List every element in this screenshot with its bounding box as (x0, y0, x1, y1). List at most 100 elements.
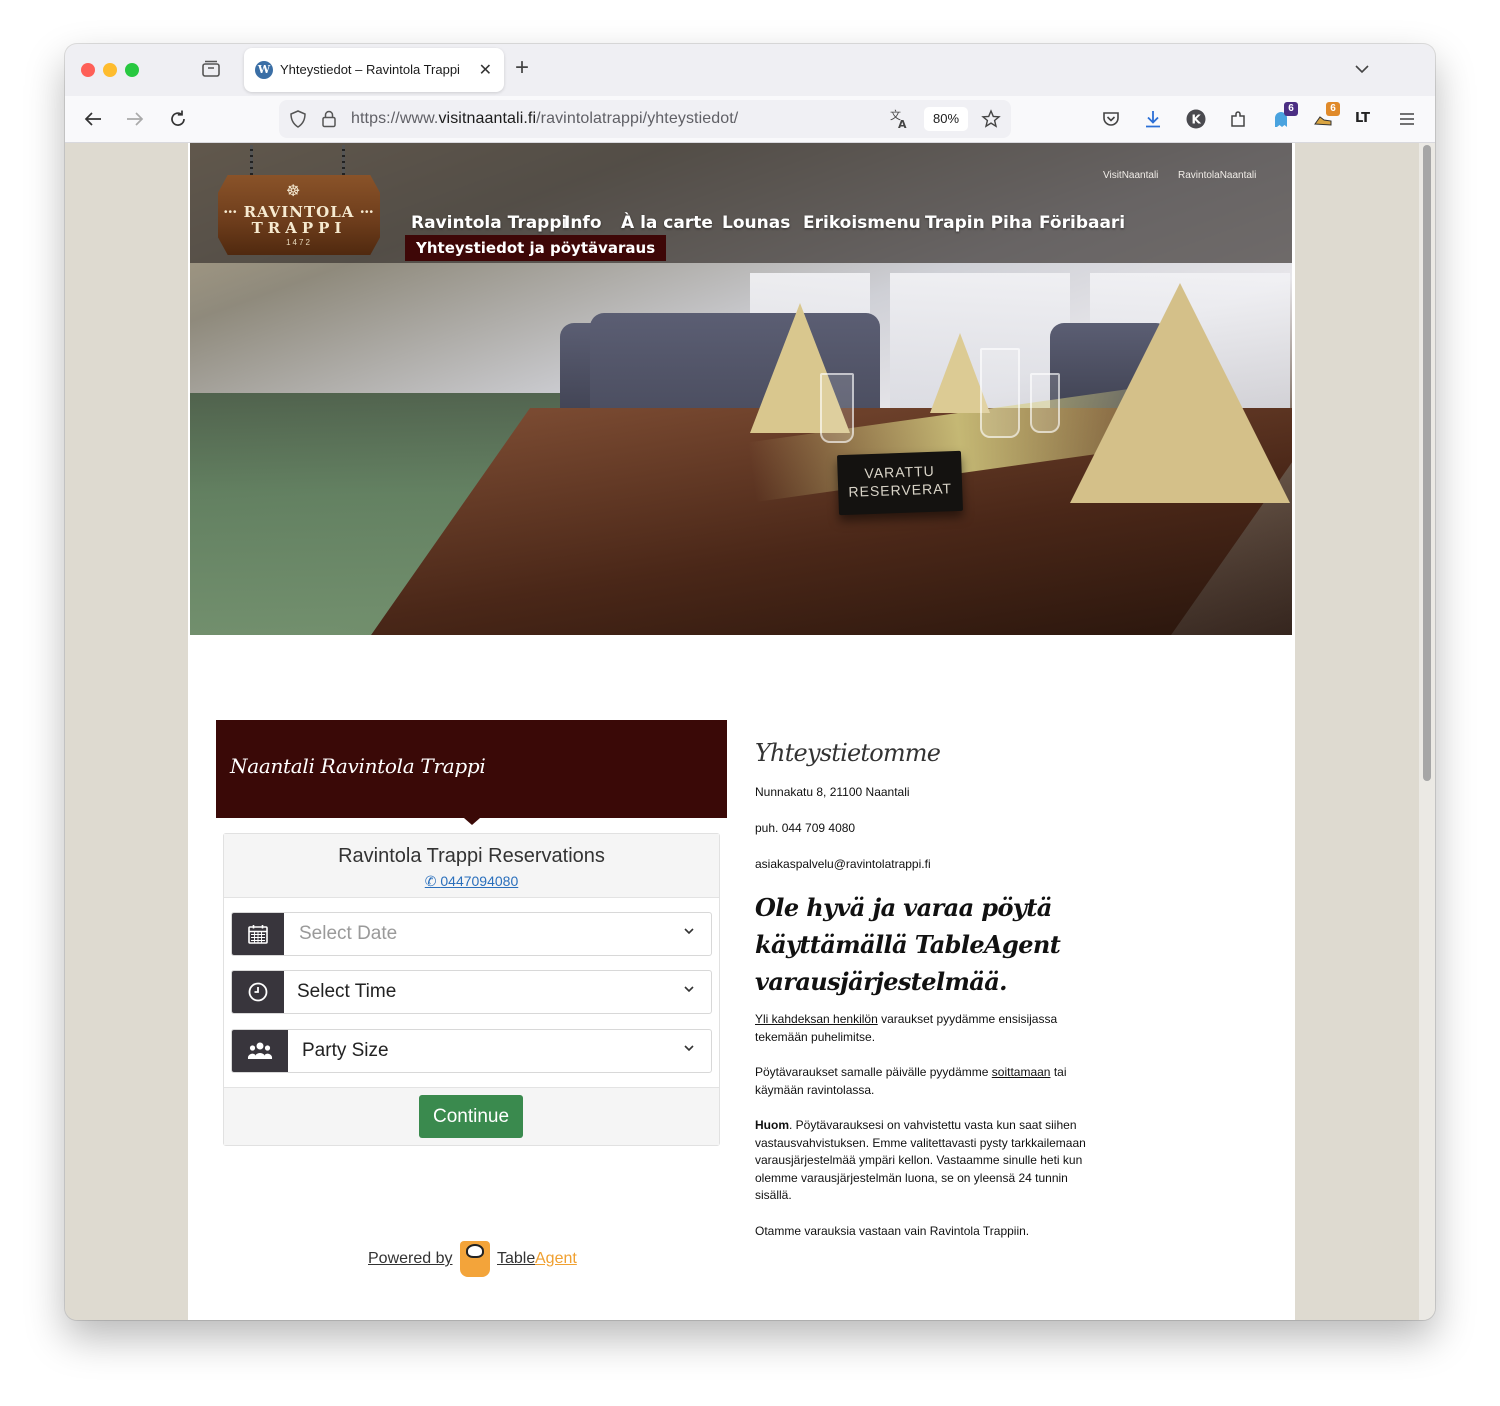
select-time-label: Select Time (297, 981, 397, 1002)
extension-badge-2: 6 (1326, 102, 1340, 116)
contact-address: Nunnakatu 8, 21100 Naantali (755, 785, 910, 799)
menu-item-foribaari[interactable]: Föribaari (1039, 213, 1125, 233)
select-date-dropdown[interactable]: Select Date (231, 912, 712, 956)
close-window-button[interactable] (81, 63, 95, 77)
hero-glass (820, 373, 854, 443)
menu-item-yhteystiedot[interactable]: Yhteystiedot ja pöytävaraus (405, 235, 667, 261)
pocket-icon[interactable] (1100, 108, 1122, 130)
tab-bar: W Yhteystiedot – Ravintola Trappi ✕ + (65, 44, 1435, 96)
party-size-dropdown[interactable]: Party Size (231, 1029, 712, 1073)
hero-reserved-sign: VARATTU RESERVERAT (836, 450, 964, 516)
browser-window: W Yhteystiedot – Ravintola Trappi ✕ + ht… (65, 44, 1435, 1320)
chevron-down-icon (683, 1042, 695, 1057)
wordpress-icon: W (255, 61, 273, 79)
svg-text:K: K (1192, 113, 1202, 127)
svg-text:A: A (898, 118, 907, 130)
widget-title: Ravintola Trappi Reservations (338, 845, 605, 867)
top-link-visitnaantali[interactable]: VisitNaantali (1103, 170, 1158, 181)
account-k-icon[interactable]: K (1185, 108, 1207, 130)
bookmark-star-icon[interactable] (981, 109, 1001, 134)
languagetool-label: LT (1355, 111, 1370, 126)
reservation-header: Naantali Ravintola Trappi (216, 720, 727, 825)
contact-phone: puh. 044 709 4080 (755, 821, 856, 835)
reload-icon[interactable] (167, 108, 189, 130)
powered-by-label: Powered by (368, 1250, 453, 1267)
widget-phone-link[interactable]: ✆ 0447094080 (224, 873, 719, 890)
paragraph-trappi-only: Otamme varauksia vastaan vain Ravintola … (755, 1224, 1030, 1238)
menu-item-ravintola-trappi[interactable]: Ravintola Trappi (411, 213, 567, 233)
hero-glass (980, 348, 1020, 438)
zoom-level[interactable]: 80% (924, 107, 968, 131)
tableagent-logo-icon (460, 1241, 490, 1277)
paragraph-note-text: . Pöytävarauksesi on vahvistettu vasta k… (755, 1118, 1086, 1203)
forward-icon[interactable] (124, 108, 146, 130)
close-tab-icon[interactable]: ✕ (479, 60, 492, 80)
extension-ghost-icon[interactable]: 6 (1270, 102, 1298, 130)
select-time-dropdown[interactable]: Select Time (231, 970, 712, 1014)
select-date-placeholder: Select Date (299, 923, 398, 944)
party-size-label: Party Size (302, 1040, 389, 1061)
widget-phone-number: 0447094080 (440, 873, 519, 889)
menu-item-trapin-piha[interactable]: Trapin Piha (925, 213, 1032, 233)
back-icon[interactable] (82, 108, 104, 130)
zoom-window-button[interactable] (125, 63, 139, 77)
menu-item-a-la-carte[interactable]: À la carte (621, 213, 713, 233)
phone-icon: ✆ (424, 873, 441, 889)
contact-email: asiakaspalvelu@ravintolatrappi.fi (755, 857, 931, 871)
hero-sign-line1: VARATTU (864, 462, 935, 482)
menu-item-erikoismenu[interactable]: Erikoismenu (803, 213, 921, 233)
paragraph-large-groups: Yli kahdeksan henkilön varaukset pyydämm… (755, 1011, 1095, 1046)
extensions-icon[interactable] (1227, 108, 1249, 130)
call-link[interactable]: soittamaan (992, 1065, 1051, 1079)
chevron-down-icon (683, 925, 695, 940)
hero-glass (1030, 373, 1060, 433)
widget-footer: Continue (224, 1087, 719, 1145)
lock-icon[interactable] (320, 109, 338, 134)
calendar-icon (232, 913, 284, 955)
translate-icon[interactable]: 文A (889, 108, 911, 135)
site-logo[interactable]: ☸ ••• ••• RAVINTOLA TRAPPI 1472 (218, 175, 380, 255)
url-bar[interactable]: https://www.visitnaantali.fi/ravintolatr… (279, 100, 1011, 138)
page-content: VARATTU RESERVERAT ☸ ••• ••• RAVINTOLA T… (188, 143, 1295, 1320)
top-link-ravintolanaantali[interactable]: RavintolaNaantali (1178, 170, 1256, 181)
contact-title: Yhteystietomme (755, 739, 941, 767)
reservation-header-title: Naantali Ravintola Trappi (230, 754, 486, 778)
extension-sneaker-icon[interactable]: 6 (1312, 102, 1340, 130)
languagetool-icon[interactable]: LT (1355, 108, 1377, 130)
site-header: ☸ ••• ••• RAVINTOLA TRAPPI 1472 VisitNaa… (190, 143, 1292, 263)
tableagent-brand-agent: Agent (535, 1250, 577, 1267)
logo-line2: TRAPPI (251, 219, 347, 237)
list-tabs-icon[interactable] (1353, 60, 1371, 83)
tab-overview-icon[interactable] (200, 58, 224, 82)
minimize-window-button[interactable] (103, 63, 117, 77)
paragraph-same-day: Pöytävaraukset samalle päivälle pyydämme… (755, 1064, 1095, 1099)
url-text[interactable]: https://www.visitnaantali.fi/ravintolatr… (351, 110, 738, 128)
hero-sign-line2: RESERVERAT (848, 480, 953, 500)
paragraph-note: Huom. Pöytävarauksesi on vahvistettu vas… (755, 1117, 1095, 1205)
clock-icon (232, 971, 284, 1013)
hero-image: VARATTU RESERVERAT ☸ ••• ••• RAVINTOLA T… (190, 143, 1292, 635)
logo-line3: 1472 (286, 238, 312, 247)
page-viewport: VARATTU RESERVERAT ☸ ••• ••• RAVINTOLA T… (65, 143, 1435, 1320)
navigation-toolbar: https://www.visitnaantali.fi/ravintolatr… (65, 96, 1435, 143)
hero-napkin (1070, 283, 1290, 503)
active-tab[interactable]: W Yhteystiedot – Ravintola Trappi ✕ (244, 48, 504, 92)
hamburger-menu-icon[interactable] (1396, 108, 1418, 130)
scrollbar-thumb[interactable] (1423, 145, 1431, 781)
widget-header: Ravintola Trappi Reservations ✆ 04470940… (224, 834, 719, 898)
new-tab-icon[interactable]: + (515, 56, 529, 80)
page-scrollbar[interactable] (1419, 143, 1435, 1320)
tableagent-brand-table: Table (497, 1250, 536, 1267)
tab-title: Yhteystiedot – Ravintola Trappi (280, 62, 460, 77)
large-groups-link[interactable]: Yli kahdeksan henkilön (755, 1012, 878, 1026)
downloads-icon[interactable] (1142, 108, 1164, 130)
reservation-widget: Ravintola Trappi Reservations ✆ 04470940… (223, 833, 720, 1146)
menu-item-lounas[interactable]: Lounas (722, 213, 790, 233)
booking-heading: Ole hyvä ja varaa pöytä käyttämällä Tabl… (755, 893, 1061, 996)
extension-badge-1: 6 (1284, 102, 1298, 116)
paragraph-same-day-text: Pöytävaraukset samalle päivälle pyydämme (755, 1065, 992, 1079)
continue-button[interactable]: Continue (419, 1095, 523, 1138)
menu-item-info[interactable]: Info (564, 213, 602, 233)
shield-icon[interactable] (288, 109, 308, 134)
logo-chain (250, 145, 253, 177)
